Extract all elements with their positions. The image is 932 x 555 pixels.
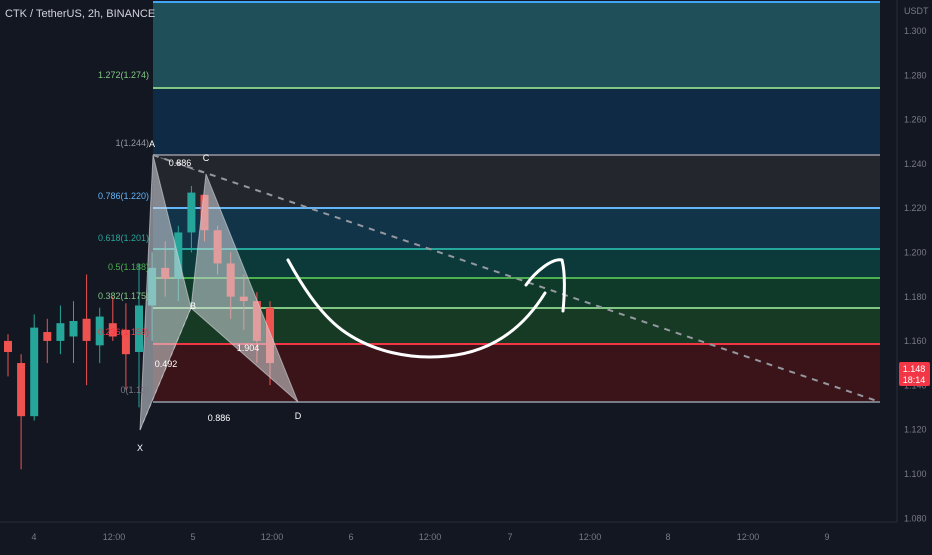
price-tick-label: 1.300 (904, 26, 927, 36)
time-tick-label: 4 (31, 532, 36, 542)
time-axis: 4 12:00 5 12:00 6 12:00 7 12:00 8 12:00 9 (0, 521, 897, 542)
candle[interactable] (187, 192, 196, 233)
fib-band (153, 278, 880, 308)
fib-level-label: 0.786(1.220) (98, 191, 149, 201)
chart-area[interactable]: 1.272(1.274) 1(1.244) 0.786(1.220) 0.618(1.… (0, 0, 932, 550)
fib-level-label: 0.236(1.159) (98, 327, 149, 337)
price-tick-label: 1.120 (904, 425, 927, 435)
candle[interactable] (30, 327, 39, 417)
fib-level-label: 1(1.244) (115, 138, 149, 148)
fib-level-label: 0.618(1.201) (98, 233, 149, 243)
price-tick-label: 1.240 (904, 159, 927, 169)
time-tick-label: 7 (507, 532, 512, 542)
price-tick-label: 1.200 (904, 248, 927, 258)
pattern-point-c: C (203, 153, 210, 163)
price-tick-label: 1.220 (904, 203, 927, 213)
pattern-ratio: 0.886 (208, 413, 231, 423)
time-tick-label: 6 (348, 532, 353, 542)
bar-countdown: 18:14 (903, 375, 926, 385)
time-tick-label: 12:00 (419, 532, 442, 542)
price-tick-label: 1.260 (904, 115, 927, 125)
price-tick-label: 1.280 (904, 70, 927, 80)
time-tick-label: 12:00 (103, 532, 126, 542)
fib-band (153, 88, 880, 155)
pattern-ratio: 1.904 (237, 343, 260, 353)
pattern-point-a: A (149, 139, 155, 149)
time-tick-label: 12:00 (579, 532, 602, 542)
fib-band (153, 249, 880, 278)
fib-level-label: 0.5(1.188) (108, 262, 149, 272)
currency-label: USDT (904, 6, 929, 16)
fib-level-label: 0(1.13) (120, 385, 149, 395)
candle[interactable] (4, 340, 12, 352)
fib-level-label: 0.382(1.175) (98, 291, 149, 301)
fib-band (153, 2, 880, 88)
pattern-point-x: X (137, 443, 143, 453)
time-tick-label: 12:00 (261, 532, 284, 542)
fib-level-label: 1.272(1.274) (98, 70, 149, 80)
fib-band (153, 208, 880, 249)
last-price: 1.148 (903, 364, 926, 374)
price-chart[interactable]: 1.272(1.274) 1(1.244) 0.786(1.220) 0.618(1.… (0, 0, 932, 550)
pattern-point-b: B (190, 301, 196, 311)
candle[interactable] (82, 318, 91, 341)
candle[interactable] (56, 323, 65, 341)
candle[interactable] (69, 320, 78, 337)
pattern-ratio: 0.886 (169, 158, 192, 168)
time-tick-label: 5 (190, 532, 195, 542)
price-tick-label: 1.180 (904, 292, 927, 302)
pattern-point-d: D (295, 411, 302, 421)
candle[interactable] (43, 332, 52, 341)
price-tick-label: 1.100 (904, 469, 927, 479)
last-price-badge: 1.148 18:14 (899, 362, 930, 386)
symbol-title[interactable]: CTK / TetherUS, 2h, BINANCE (5, 8, 155, 20)
price-tick-label: 1.080 (904, 513, 927, 523)
candle[interactable] (17, 363, 26, 417)
time-tick-label: 9 (824, 532, 829, 542)
pattern-ratio: 0.492 (155, 359, 178, 369)
price-tick-label: 1.160 (904, 336, 927, 346)
time-tick-label: 12:00 (737, 532, 760, 542)
fib-band (153, 155, 880, 208)
price-axis: USDT 1.300 1.280 1.260 1.240 1.220 1.200 1.180… (896, 0, 929, 523)
time-tick-label: 8 (665, 532, 670, 542)
